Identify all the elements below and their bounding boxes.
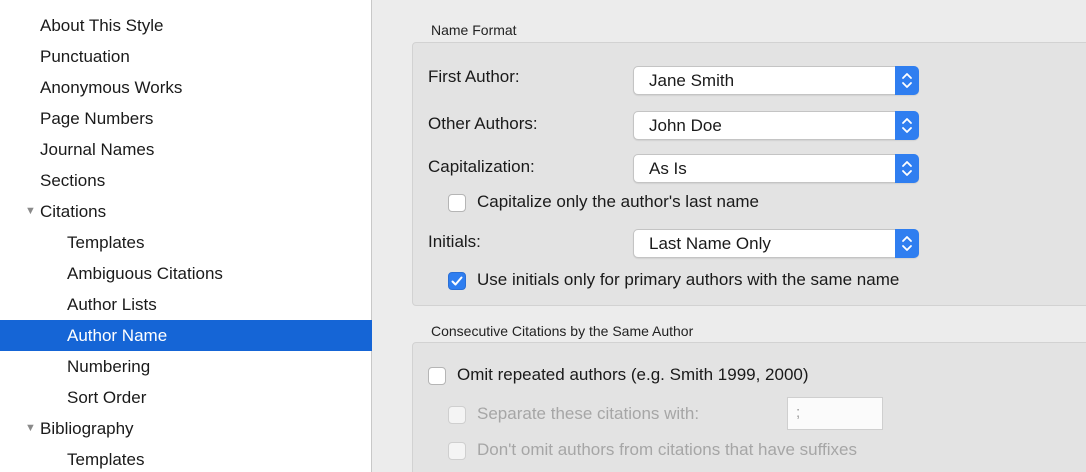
initials-label: Initials: [428,232,481,251]
initials-select[interactable]: Last Name Only [633,229,919,258]
sidebar-item-citations[interactable]: ▼ Citations [0,196,372,227]
use-initials-label: Use initials only for primary authors wi… [477,270,900,289]
other-authors-value: John Doe [649,116,722,135]
separator-field[interactable]: ; [787,397,883,430]
chevron-updown-icon [895,66,919,95]
capitalize-last-name-checkbox[interactable] [448,194,466,212]
consecutive-citations-title: Consecutive Citations by the Same Author [431,323,694,339]
sidebar-item-label: Templates [67,450,145,469]
sidebar-item-page-numbers[interactable]: Page Numbers [0,103,372,134]
sidebar-item-numbering[interactable]: Numbering [0,351,372,382]
sidebar-item-author-name[interactable]: Author Name [0,320,372,351]
sidebar-item-label: Templates [67,233,145,252]
capitalization-select[interactable]: As Is [633,154,919,183]
capitalization-label: Capitalization: [428,157,535,176]
chevron-updown-icon [895,111,919,140]
sidebar-item-author-lists[interactable]: Author Lists [0,289,372,320]
other-authors-label: Other Authors: [428,114,538,133]
sidebar-item-label: Punctuation [40,47,130,66]
sidebar-item-ambiguous-citations[interactable]: Ambiguous Citations [0,258,372,289]
sidebar-item-journal-names[interactable]: Journal Names [0,134,372,165]
sidebar-item-label: Author Lists [67,295,157,314]
name-format-title: Name Format [431,22,517,38]
sidebar-item-label: Sections [40,171,106,190]
sidebar-item-label: Numbering [67,357,151,376]
chevron-updown-icon [895,154,919,183]
capitalize-last-name-label: Capitalize only the author's last name [477,192,760,211]
sidebar-item-label: Ambiguous Citations [67,264,223,283]
checkmark-icon [451,276,463,286]
sidebar-item-punctuation[interactable]: Punctuation [0,41,372,72]
sidebar-item-label: Page Numbers [40,109,154,128]
sidebar: About This Style Punctuation Anonymous W… [0,0,372,472]
sidebar-item-label: Anonymous Works [40,78,183,97]
use-initials-checkbox[interactable] [448,272,466,290]
omit-repeated-label: Omit repeated authors (e.g. Smith 1999, … [457,365,809,384]
capitalization-value: As Is [649,159,687,178]
sidebar-item-label: Citations [40,202,107,221]
first-author-select[interactable]: Jane Smith [633,66,919,95]
first-author-value: Jane Smith [649,71,735,90]
dont-omit-suffix-checkbox[interactable] [448,442,466,460]
sidebar-item-bibliography[interactable]: ▼ Bibliography [0,413,372,444]
sidebar-item-sections[interactable]: Sections [0,165,372,196]
disclosure-triangle-icon[interactable]: ▼ [25,196,36,227]
disclosure-triangle-icon[interactable]: ▼ [25,413,36,444]
sidebar-item-bibliography-templates[interactable]: Templates [0,444,372,472]
sidebar-item-label: Journal Names [40,140,155,159]
sidebar-item-label: Sort Order [67,388,147,407]
omit-repeated-checkbox[interactable] [428,367,446,385]
separate-citations-label: Separate these citations with: [477,404,700,423]
sidebar-item-label: Bibliography [40,419,134,438]
sidebar-item-label: Author Name [67,326,168,345]
other-authors-select[interactable]: John Doe [633,111,919,140]
initials-value: Last Name Only [649,234,771,253]
dont-omit-suffix-label: Don't omit authors from citations that h… [477,440,857,459]
sidebar-item-label: About This Style [40,16,164,35]
sidebar-item-anonymous-works[interactable]: Anonymous Works [0,72,372,103]
chevron-updown-icon [895,229,919,258]
separate-citations-checkbox[interactable] [448,406,466,424]
sidebar-item-citations-templates[interactable]: Templates [0,227,372,258]
sidebar-item-sort-order[interactable]: Sort Order [0,382,372,413]
first-author-label: First Author: [428,67,520,86]
sidebar-item-about-this-style[interactable]: About This Style [0,10,372,41]
author-name-settings-window: About This Style Punctuation Anonymous W… [0,0,1086,472]
